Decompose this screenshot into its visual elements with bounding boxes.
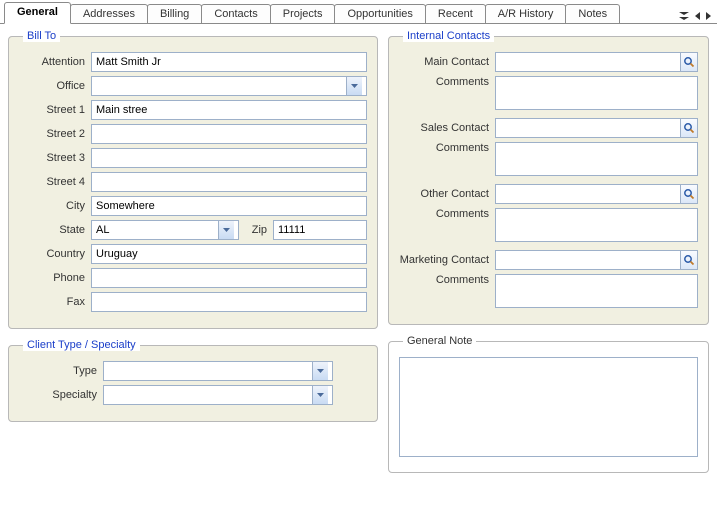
main-comments-input[interactable] [495,76,698,110]
attention-input[interactable] [91,52,367,72]
chevron-down-icon[interactable] [312,362,328,380]
tab-notes[interactable]: Notes [565,4,620,23]
billto-fieldset: Bill To Attention Office Street 1 Street… [8,30,378,329]
tab-controls [679,12,717,23]
sales-contact-input[interactable] [495,118,680,138]
tab-opportunities[interactable]: Opportunities [334,4,425,23]
phone-label: Phone [19,272,91,284]
specialty-combo[interactable] [103,385,333,405]
zip-label: Zip [245,224,273,236]
attention-label: Attention [19,56,91,68]
tab-contacts[interactable]: Contacts [201,4,270,23]
tab-projects[interactable]: Projects [270,4,336,23]
clienttype-fieldset: Client Type / Specialty Type Specialty [8,339,378,422]
chevron-down-icon[interactable] [312,386,328,404]
internal-contacts-legend: Internal Contacts [403,30,494,42]
main-comments-label: Comments [399,76,495,88]
main-contact-label: Main Contact [399,56,495,68]
chevron-down-icon[interactable] [218,221,234,239]
tab-overflow-icon[interactable] [679,12,689,23]
tab-ar-history[interactable]: A/R History [485,4,567,23]
marketing-comments-input[interactable] [495,274,698,308]
search-icon[interactable] [680,184,698,204]
sales-comments-label: Comments [399,142,495,154]
specialty-label: Specialty [19,389,103,401]
street3-input[interactable] [91,148,367,168]
main-contact-input[interactable] [495,52,680,72]
search-icon[interactable] [680,118,698,138]
office-combo[interactable] [91,76,367,96]
general-note-legend: General Note [403,335,476,347]
sales-comments-input[interactable] [495,142,698,176]
marketing-contact-input[interactable] [495,250,680,270]
internal-contacts-fieldset: Internal Contacts Main Contact Comments … [388,30,709,325]
state-combo[interactable]: AL [91,220,239,240]
country-input[interactable] [91,244,367,264]
street3-label: Street 3 [19,152,91,164]
type-combo[interactable] [103,361,333,381]
street4-input[interactable] [91,172,367,192]
tab-next-icon[interactable] [706,12,711,23]
city-input[interactable] [91,196,367,216]
marketing-contact-label: Marketing Contact [399,254,495,266]
state-value: AL [96,224,218,236]
street1-input[interactable] [91,100,367,120]
tab-addresses[interactable]: Addresses [70,4,148,23]
tab-bar: General Addresses Billing Contacts Proje… [0,0,717,24]
fax-label: Fax [19,296,91,308]
phone-input[interactable] [91,268,367,288]
other-comments-input[interactable] [495,208,698,242]
street2-label: Street 2 [19,128,91,140]
other-contact-label: Other Contact [399,188,495,200]
marketing-comments-label: Comments [399,274,495,286]
street1-label: Street 1 [19,104,91,116]
sales-contact-label: Sales Contact [399,122,495,134]
tab-prev-icon[interactable] [695,12,700,23]
street2-input[interactable] [91,124,367,144]
search-icon[interactable] [680,250,698,270]
city-label: City [19,200,91,212]
chevron-down-icon[interactable] [346,77,362,95]
street4-label: Street 4 [19,176,91,188]
tab-general[interactable]: General [4,2,71,24]
country-label: Country [19,248,91,260]
type-label: Type [19,365,103,377]
general-note-input[interactable] [399,357,698,457]
zip-input[interactable] [273,220,367,240]
other-contact-input[interactable] [495,184,680,204]
billto-legend: Bill To [23,30,60,42]
clienttype-legend: Client Type / Specialty [23,339,140,351]
tab-billing[interactable]: Billing [147,4,202,23]
general-note-fieldset: General Note [388,335,709,473]
office-label: Office [19,80,91,92]
state-label: State [19,224,91,236]
search-icon[interactable] [680,52,698,72]
fax-input[interactable] [91,292,367,312]
other-comments-label: Comments [399,208,495,220]
tab-recent[interactable]: Recent [425,4,486,23]
